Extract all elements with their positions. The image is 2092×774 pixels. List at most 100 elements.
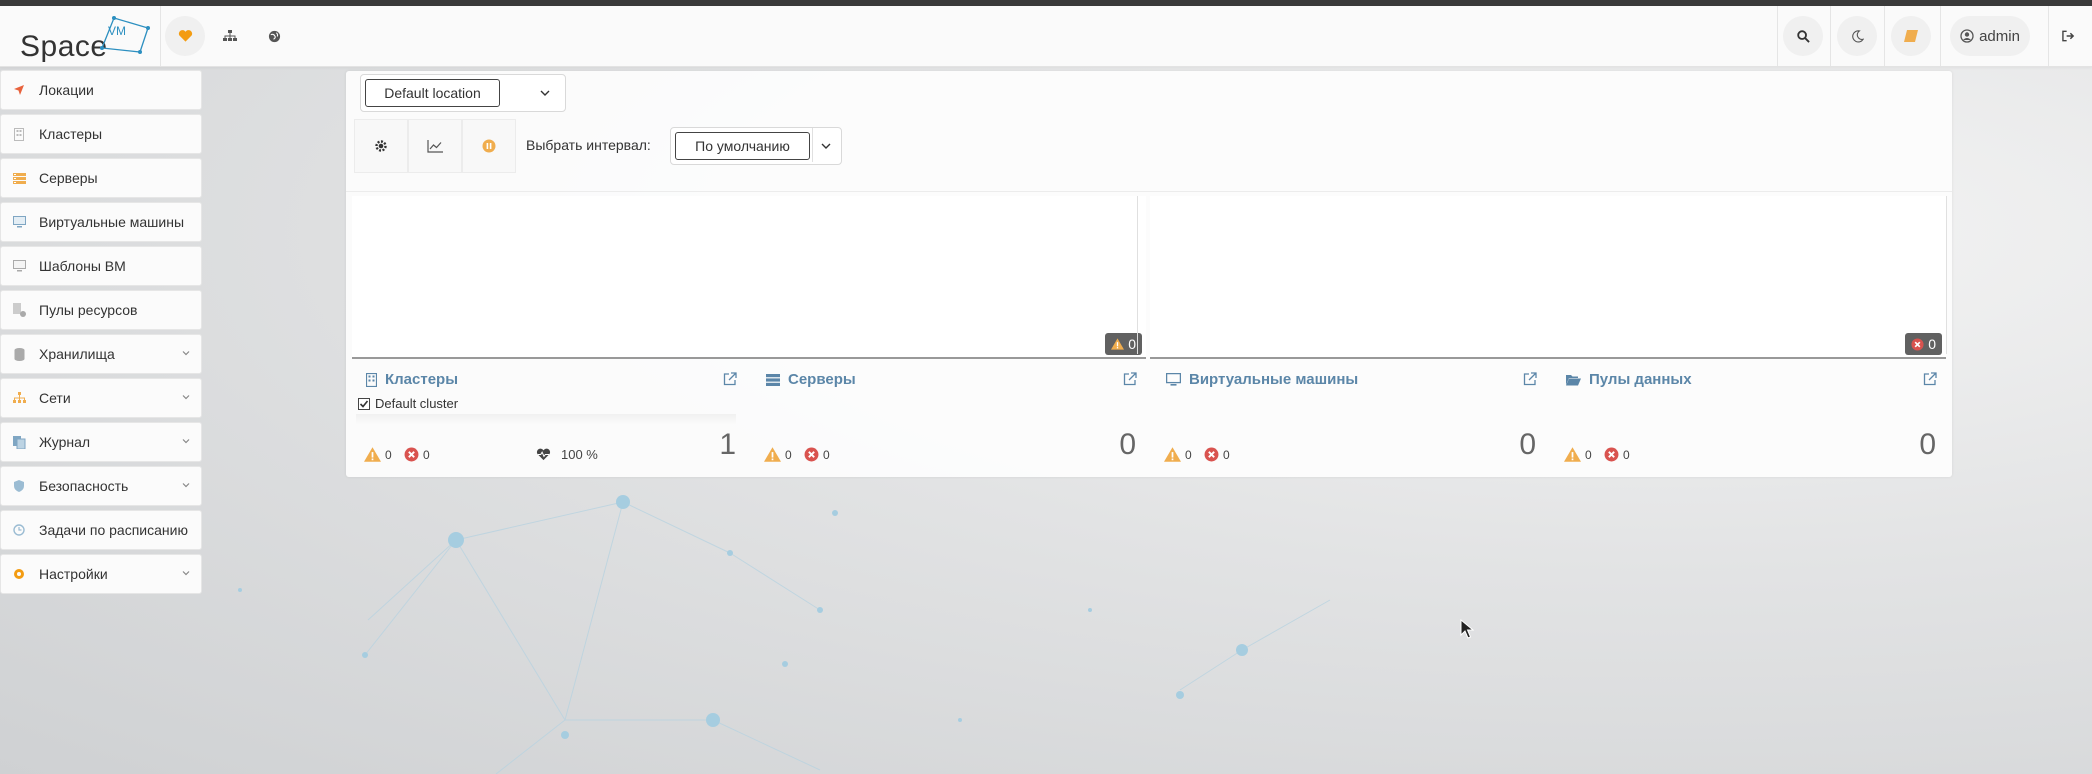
globe-button[interactable]	[264, 16, 284, 56]
pause-tool-button[interactable]	[462, 119, 516, 173]
sidebar-item-label: Кластеры	[39, 126, 102, 142]
user-name: admin	[1979, 27, 2020, 45]
chevron-down-icon	[182, 351, 190, 356]
notes-button[interactable]	[1891, 16, 1931, 56]
card-title-data-pools[interactable]: Пулы данных	[1566, 371, 1692, 388]
errors-badge[interactable]: 0	[1905, 333, 1942, 355]
chart-divider	[1946, 196, 1947, 354]
sidebar-item-scheduled-tasks[interactable]: Задачи по расписанию	[0, 510, 202, 550]
logout-button[interactable]	[2056, 16, 2080, 56]
clock-icon	[12, 523, 26, 537]
warnings-count: 0	[1585, 447, 1592, 462]
sidebar-item-servers[interactable]: Серверы	[0, 158, 202, 198]
sidebar-item-label: Виртуальные машины	[39, 214, 185, 230]
data-pools-count: 0	[1919, 428, 1936, 461]
chevron-down-icon	[182, 395, 190, 400]
warning-icon	[1111, 338, 1125, 350]
sidebar-item-storages[interactable]: Хранилища	[0, 334, 202, 374]
clusters-errors[interactable]: 0	[404, 447, 430, 462]
errors-badge-count: 0	[1928, 336, 1936, 352]
sidebar-item-label: Локации	[39, 82, 94, 98]
checkbox-checked-icon	[358, 397, 370, 410]
external-link-icon[interactable]	[1523, 372, 1537, 386]
heartbeat-icon	[536, 448, 551, 461]
data-pools-errors[interactable]: 0	[1604, 447, 1630, 462]
mouse-cursor-icon	[1460, 619, 1474, 639]
chart-tool-button[interactable]	[408, 119, 462, 173]
moon-icon	[1851, 29, 1864, 43]
sitemap-icon	[223, 30, 237, 41]
sidebar-item-vm-templates[interactable]: Шаблоны ВМ	[0, 246, 202, 286]
header-separator	[2048, 6, 2049, 66]
data-pools-warnings[interactable]: 0	[1564, 447, 1592, 462]
theme-toggle-button[interactable]	[1837, 16, 1877, 56]
toolbar-divider	[346, 191, 1952, 192]
header-separator	[1940, 6, 1941, 66]
sidebar-item-label: Серверы	[39, 170, 98, 186]
header-separator	[1884, 6, 1885, 66]
server-icon	[12, 171, 26, 185]
building-icon	[366, 372, 377, 387]
card-title-clusters[interactable]: Кластеры	[366, 371, 458, 388]
copy-icon	[12, 435, 26, 449]
line-chart-icon	[427, 139, 443, 153]
servers-errors[interactable]: 0	[804, 447, 830, 462]
header-separator	[1830, 6, 1831, 66]
gear-icon	[375, 140, 387, 152]
globe-icon	[268, 30, 280, 42]
warnings-count: 0	[385, 447, 392, 462]
sidebar-item-security[interactable]: Безопасность	[0, 466, 202, 506]
sidebar-item-virtual-machines[interactable]: Виртуальные машины	[0, 202, 202, 242]
warning-icon	[1164, 447, 1181, 462]
location-select[interactable]: Default location	[360, 74, 566, 112]
card-title-servers[interactable]: Серверы	[766, 371, 856, 388]
external-link-icon[interactable]	[1123, 372, 1137, 386]
warnings-count: 0	[785, 447, 792, 462]
external-link-icon[interactable]	[723, 372, 737, 386]
building-icon	[12, 127, 26, 141]
interval-label: Выбрать интервал:	[526, 137, 651, 153]
errors-count: 0	[1223, 447, 1230, 462]
app-logo[interactable]: Space VM	[18, 14, 150, 63]
resource-pool-icon	[12, 303, 26, 317]
user-menu-button[interactable]: admin	[1950, 16, 2030, 56]
card-title-text: Кластеры	[385, 371, 459, 388]
sidebar-item-clusters[interactable]: Кластеры	[0, 114, 202, 154]
virtual-machines-errors[interactable]: 0	[1204, 447, 1230, 462]
chevron-down-icon	[182, 571, 190, 576]
interval-select[interactable]: По умолчанию	[670, 127, 842, 165]
warning-icon	[364, 447, 381, 462]
health-button[interactable]	[165, 16, 205, 56]
location-select-value: Default location	[365, 79, 500, 107]
sidebar-item-journal[interactable]: Журнал	[0, 422, 202, 462]
errors-count: 0	[823, 447, 830, 462]
servers-warnings[interactable]: 0	[764, 447, 792, 462]
search-button[interactable]	[1783, 16, 1823, 56]
database-icon	[12, 347, 26, 361]
settings-tool-button[interactable]	[354, 119, 408, 173]
note-icon	[1904, 30, 1918, 42]
external-link-icon[interactable]	[1923, 372, 1937, 386]
clusters-warnings[interactable]: 0	[364, 447, 392, 462]
health-percent: 100 %	[561, 447, 598, 462]
sidebar-item-networks[interactable]: Сети	[0, 378, 202, 418]
sidebar-item-resource-pools[interactable]: Пулы ресурсов	[0, 290, 202, 330]
card-title-text: Пулы данных	[1589, 371, 1692, 388]
error-circle-icon	[1911, 337, 1924, 351]
sidebar-item-settings[interactable]: Настройки	[0, 554, 202, 594]
error-circle-icon	[1604, 447, 1619, 462]
pause-circle-icon	[482, 139, 496, 153]
virtual-machines-warnings[interactable]: 0	[1164, 447, 1192, 462]
header-separator	[1777, 6, 1778, 66]
errors-count: 0	[1623, 447, 1630, 462]
card-title-virtual-machines[interactable]: Виртуальные машины	[1166, 371, 1358, 388]
servers-count: 0	[1119, 428, 1136, 461]
default-cluster-item[interactable]: Default cluster	[358, 396, 458, 411]
sidebar-item-label: Хранилища	[39, 346, 115, 362]
sidebar-item-locations[interactable]: Локации	[0, 70, 202, 110]
topology-button[interactable]	[220, 16, 240, 56]
card-title-text: Виртуальные машины	[1189, 371, 1359, 388]
desktop-icon	[1166, 373, 1181, 386]
error-circle-icon	[804, 447, 819, 462]
errors-count: 0	[423, 447, 430, 462]
